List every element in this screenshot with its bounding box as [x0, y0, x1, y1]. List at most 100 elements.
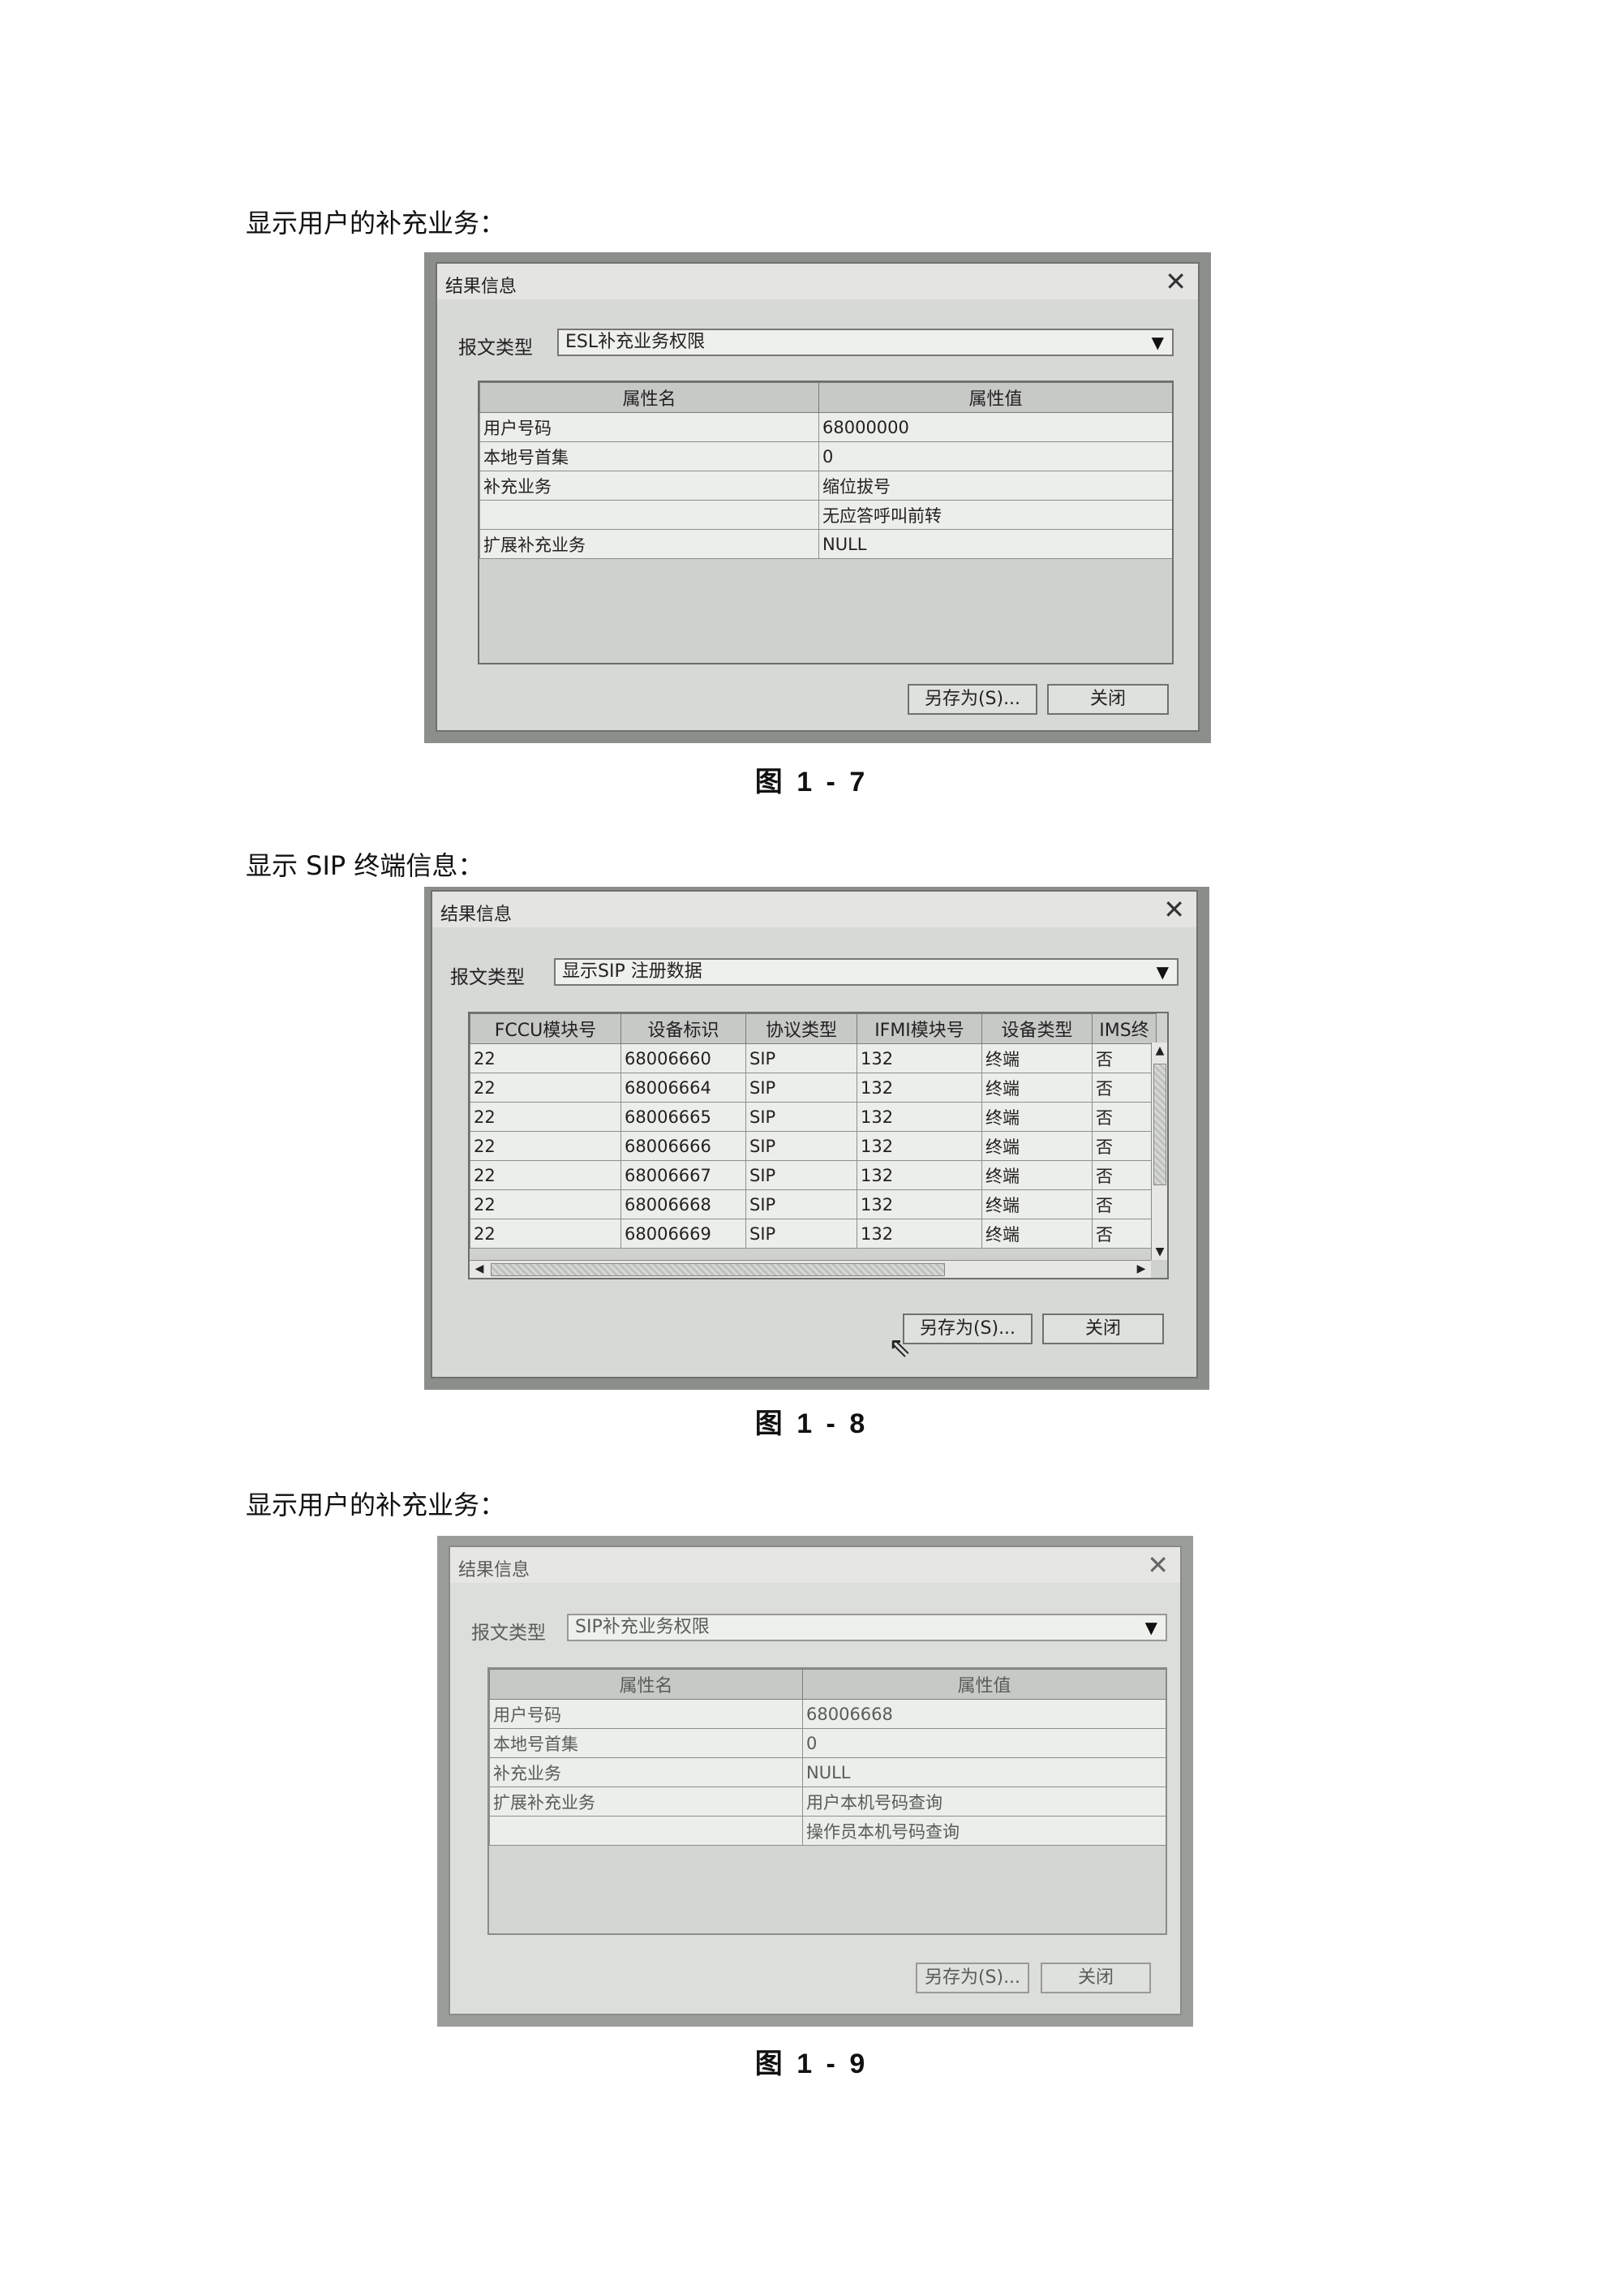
close-button[interactable]: 关闭	[1041, 1963, 1151, 1993]
table-cell: 132	[857, 1219, 982, 1249]
table-cell: 22	[470, 1189, 621, 1219]
column-header[interactable]: FCCU模块号	[470, 1013, 621, 1044]
result-table-box: 属性名 属性值 用户号码 68006668 本地号首集 0 补充业务 NULL 扩展补…	[487, 1667, 1167, 1935]
table-cell: 132	[857, 1131, 982, 1161]
msg-type-label: 报文类型	[458, 338, 533, 359]
column-header[interactable]: 协议类型	[745, 1013, 857, 1044]
column-header[interactable]: 属性名	[479, 382, 819, 413]
scroll-up-icon[interactable]: ▲	[1152, 1044, 1167, 1057]
table-cell: 否	[1092, 1131, 1157, 1161]
table-row[interactable]: 22 68006660 SIP 132 终端否	[470, 1043, 1157, 1073]
save-as-button[interactable]: 另存为(S)...	[903, 1314, 1033, 1344]
table-cell: 68006667	[620, 1160, 746, 1190]
table-cell: 22	[470, 1073, 621, 1103]
result-dialog: 结果信息 ✕ 报文类型 SIP补充业务权限 ▼ 属性名 属性值 用户号码 6800…	[449, 1546, 1182, 2015]
table-row[interactable]: 22 68006665 SIP 132 终端否	[470, 1102, 1157, 1132]
scroll-right-icon[interactable]: ▶	[1133, 1262, 1149, 1275]
table-header-row: 属性名 属性值	[479, 382, 1172, 413]
table-cell: 否	[1092, 1160, 1157, 1190]
close-icon[interactable]: ✕	[1147, 1550, 1169, 1580]
table-cell: 补充业务	[489, 1757, 803, 1787]
result-table-box: FCCU模块号 设备标识 协议类型 IFMI模块号 设备类型 IMS终 22 68…	[468, 1012, 1169, 1279]
table-cell: 扩展补充业务	[479, 529, 819, 559]
table-row[interactable]: 本地号首集 0	[489, 1728, 1166, 1758]
table-cell: SIP	[745, 1189, 857, 1219]
column-header[interactable]: 属性值	[818, 382, 1172, 413]
table-row[interactable]: 补充业务 NULL	[489, 1757, 1166, 1787]
column-header[interactable]: 设备标识	[620, 1013, 746, 1044]
table-row[interactable]: 扩展补充业务 NULL	[479, 529, 1172, 559]
figure-caption: 图 1 - 7	[754, 767, 869, 798]
table-row[interactable]: 本地号首集 0	[479, 441, 1172, 471]
column-header[interactable]: IFMI模块号	[857, 1013, 982, 1044]
figure-caption: 图 1 - 8	[754, 1408, 869, 1439]
table-cell: 0	[818, 441, 1172, 471]
close-icon[interactable]: ✕	[1165, 267, 1187, 296]
table-cell: 补充业务	[479, 471, 819, 501]
table-cell: 68006669	[620, 1219, 746, 1249]
table-cell	[479, 500, 819, 530]
table-header-row: 属性名 属性值	[489, 1669, 1166, 1700]
table-cell: 68006666	[620, 1131, 746, 1161]
table-cell: 终端	[981, 1131, 1093, 1161]
column-header[interactable]: 设备类型	[981, 1013, 1093, 1044]
chevron-down-icon: ▼	[1144, 1618, 1157, 1637]
scrollbar-thumb[interactable]	[1153, 1064, 1166, 1185]
chevron-down-icon: ▼	[1156, 962, 1169, 982]
screenshot-photo: 结果信息 ✕ 报文类型 SIP补充业务权限 ▼ 属性名 属性值 用户号码 6800…	[437, 1536, 1193, 2027]
dialog-title: 结果信息	[440, 905, 513, 925]
vertical-scrollbar[interactable]: ▲ ▼	[1151, 1043, 1167, 1260]
table-cell: 68006664	[620, 1073, 746, 1103]
table-cell: 操作员本机号码查询	[802, 1816, 1166, 1846]
column-header[interactable]: 属性值	[802, 1669, 1166, 1700]
msg-type-select[interactable]: ESL补充业务权限 ▼	[557, 329, 1174, 356]
table-row[interactable]: 22 68006664 SIP 132 终端否	[470, 1073, 1157, 1103]
table-cell: NULL	[818, 529, 1172, 559]
table-cell: 22	[470, 1102, 621, 1132]
table-row[interactable]: 22 68006669 SIP 132 终端否	[470, 1219, 1157, 1249]
scroll-down-icon[interactable]: ▼	[1152, 1245, 1167, 1258]
msg-type-select[interactable]: SIP补充业务权限 ▼	[567, 1614, 1167, 1641]
table-cell: 132	[857, 1043, 982, 1073]
result-table: 属性名 属性值 用户号码 68000000 本地号首集 0 补充业务 缩位拔号 无应答…	[479, 382, 1172, 559]
horizontal-scrollbar[interactable]: ◀ ▶	[470, 1260, 1151, 1278]
table-row[interactable]: 用户号码 68000000	[479, 412, 1172, 442]
table-cell: 68000000	[818, 412, 1172, 442]
table-row[interactable]: 22 68006667 SIP 132 终端否	[470, 1160, 1157, 1190]
table-cell: 终端	[981, 1219, 1093, 1249]
table-row[interactable]: 22 68006668 SIP 132 终端否	[470, 1189, 1157, 1219]
table-cell: 68006665	[620, 1102, 746, 1132]
table-row[interactable]: 22 68006666 SIP 132 终端否	[470, 1131, 1157, 1161]
table-cell: 22	[470, 1131, 621, 1161]
msg-type-select[interactable]: 显示SIP 注册数据 ▼	[554, 958, 1179, 986]
table-row[interactable]: 扩展补充业务 用户本机号码查询	[489, 1786, 1166, 1817]
close-button[interactable]: 关闭	[1047, 684, 1169, 715]
table-cell: 68006668	[620, 1189, 746, 1219]
table-cell: SIP	[745, 1043, 857, 1073]
table-cell: 终端	[981, 1189, 1093, 1219]
scrollbar-thumb[interactable]	[491, 1263, 945, 1276]
save-as-button[interactable]: 另存为(S)...	[908, 684, 1037, 715]
figure-caption: 图 1 - 9	[754, 2049, 869, 2079]
screenshot-photo: 结果信息 ✕ 报文类型 ESL补充业务权限 ▼ 属性名 属性值 用户号码 6800…	[424, 252, 1211, 743]
result-table-box: 属性名 属性值 用户号码 68000000 本地号首集 0 补充业务 缩位拔号 无应答…	[478, 381, 1174, 664]
column-header[interactable]: 属性名	[489, 1669, 803, 1700]
table-cell: 0	[802, 1728, 1166, 1758]
scroll-left-icon[interactable]: ◀	[471, 1262, 487, 1275]
close-button[interactable]: 关闭	[1042, 1314, 1164, 1344]
table-cell: 否	[1092, 1189, 1157, 1219]
result-table: 属性名 属性值 用户号码 68006668 本地号首集 0 补充业务 NULL 扩展补…	[489, 1669, 1166, 1846]
dialog-titlebar: 结果信息 ✕	[450, 1547, 1180, 1583]
column-header[interactable]: IMS终	[1092, 1013, 1157, 1044]
table-cell: 否	[1092, 1219, 1157, 1249]
table-row[interactable]: 操作员本机号码查询	[489, 1816, 1166, 1846]
table-row[interactable]: 补充业务 缩位拔号	[479, 471, 1172, 501]
table-cell: 否	[1092, 1102, 1157, 1132]
table-cell: 终端	[981, 1160, 1093, 1190]
msg-type-value: SIP补充业务权限	[575, 1617, 710, 1637]
table-row[interactable]: 无应答呼叫前转	[479, 500, 1172, 530]
table-header-row: FCCU模块号 设备标识 协议类型 IFMI模块号 设备类型 IMS终	[470, 1013, 1157, 1044]
close-icon[interactable]: ✕	[1163, 895, 1185, 924]
save-as-button[interactable]: 另存为(S)...	[916, 1963, 1029, 1993]
table-row[interactable]: 用户号码 68006668	[489, 1699, 1166, 1729]
